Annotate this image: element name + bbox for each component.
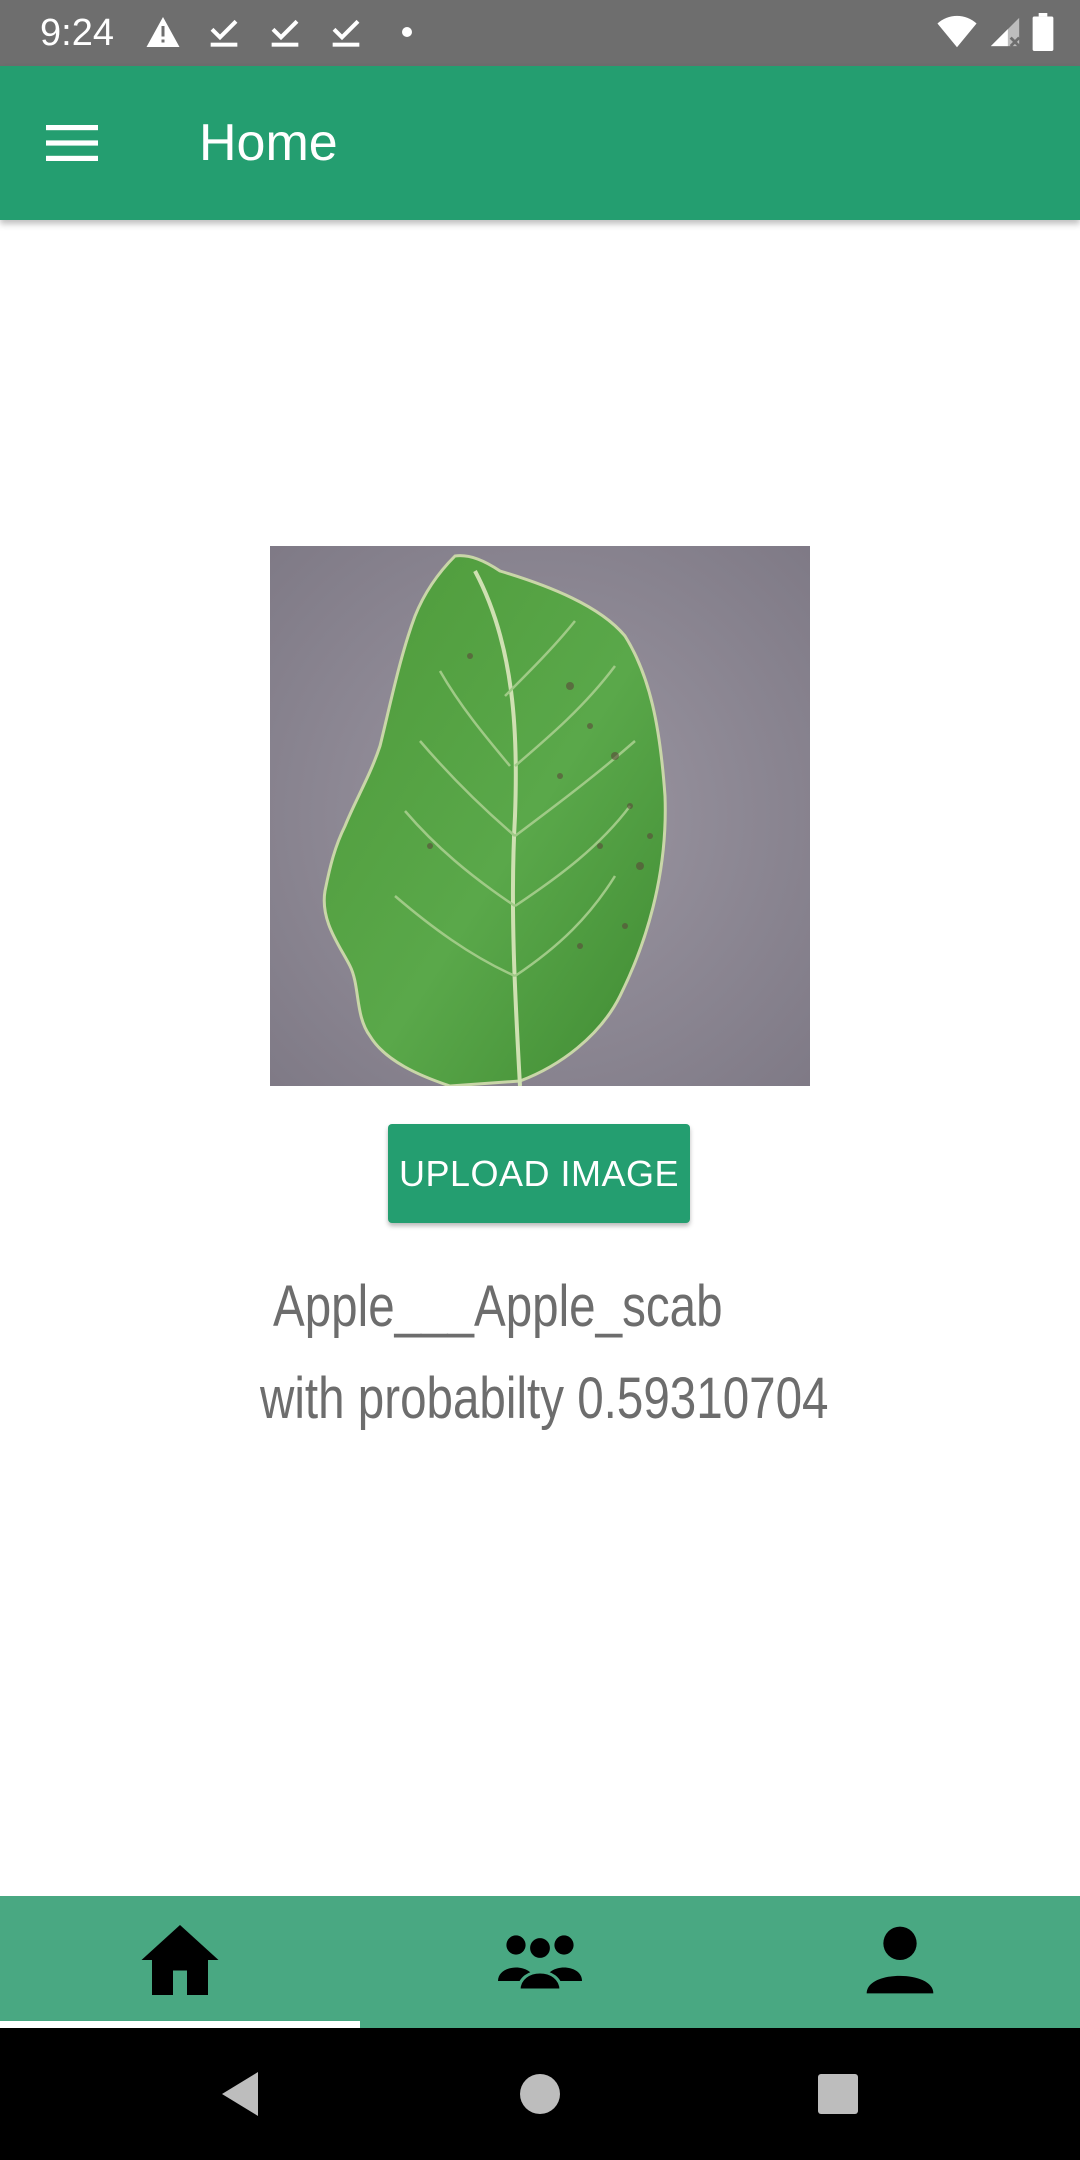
status-time: 9:24	[40, 12, 114, 54]
prediction-label: Apple___Apple_scab	[273, 1274, 723, 1339]
system-navigation-bar	[0, 2028, 1080, 2160]
leaf-image	[270, 546, 810, 1086]
prediction-probability: with probabilty 0.59310704	[260, 1366, 829, 1431]
tab-profile[interactable]	[720, 1896, 1080, 2028]
home-icon	[138, 1921, 222, 2004]
check-download-icon	[265, 12, 305, 52]
notification-icons	[143, 12, 448, 52]
tab-community[interactable]	[360, 1896, 720, 2028]
upload-image-button[interactable]: UPLOAD IMAGE	[388, 1124, 690, 1223]
page-title: Home	[199, 114, 338, 172]
app-bar: Home	[0, 66, 1080, 220]
home-circle-icon[interactable]	[510, 2064, 570, 2124]
check-download-icon	[204, 12, 244, 52]
group-icon	[494, 1930, 586, 1995]
back-icon[interactable]	[210, 2064, 270, 2124]
status-bar: 9:24	[0, 0, 1080, 66]
selected-tab-indicator	[0, 2021, 360, 2028]
recents-icon[interactable]	[808, 2064, 868, 2124]
battery-icon	[1032, 12, 1054, 52]
check-download-icon	[326, 12, 366, 52]
dot-icon	[387, 12, 427, 52]
tab-home[interactable]	[0, 1896, 360, 2028]
wifi-icon	[936, 12, 978, 52]
warning-icon	[143, 12, 183, 52]
system-status-icons	[926, 12, 1054, 52]
hamburger-menu-icon[interactable]	[40, 111, 104, 175]
signal-icon	[988, 12, 1022, 52]
person-icon	[860, 1920, 940, 2005]
bottom-navigation	[0, 1896, 1080, 2028]
